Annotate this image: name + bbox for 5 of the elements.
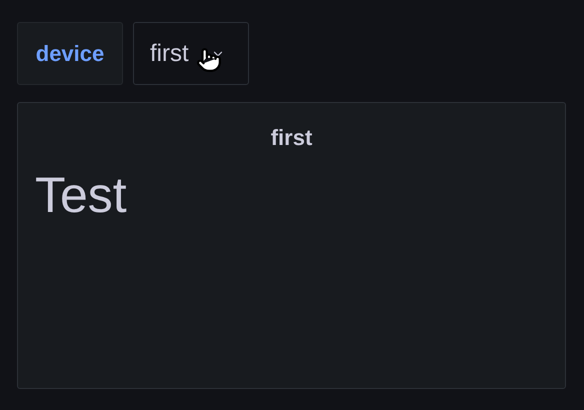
panel-text: Test <box>35 170 127 220</box>
hand-cursor-icon <box>196 47 222 73</box>
variable-label: device <box>17 22 123 85</box>
variable-dropdown[interactable]: first <box>133 22 249 85</box>
panel-title: first <box>270 124 312 152</box>
